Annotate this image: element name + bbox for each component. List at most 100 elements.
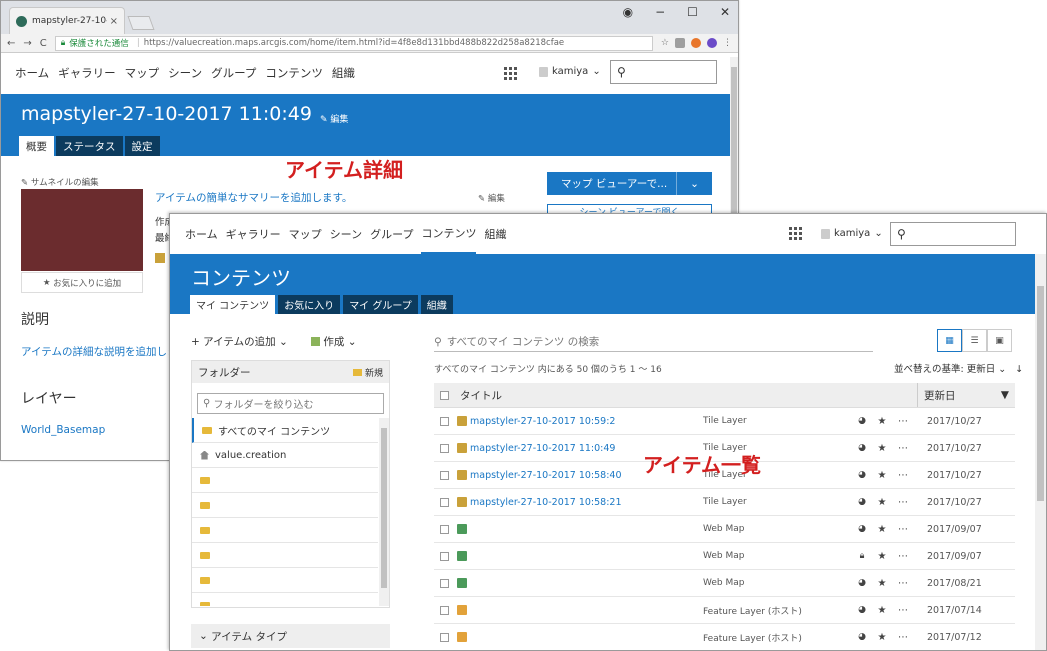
table-row[interactable]: Feature Layer (ホスト) ◕ ★ ⋯ 2017/07/14 (434, 597, 1015, 624)
folder-item[interactable] (192, 468, 378, 493)
grid-view-icon[interactable]: ▣ (987, 329, 1012, 352)
tab-close-icon[interactable]: × (110, 16, 118, 27)
user-menu[interactable]: kamiya ⌄ (821, 228, 883, 239)
nav-scene[interactable]: シーン (330, 214, 362, 254)
layer-link[interactable]: World_Basemap (21, 424, 105, 436)
tab-my-groups[interactable]: マイ グループ (343, 295, 418, 314)
nav-map[interactable]: マップ (289, 214, 322, 254)
summary-edit-link[interactable]: ✎ 編集 (478, 192, 505, 204)
nav-content[interactable]: コンテンツ (265, 65, 323, 81)
table-row[interactable]: mapstyler-27-10-2017 10:59:2 Tile Layer … (434, 408, 1015, 435)
more-options-icon[interactable]: ⋯ (893, 632, 913, 643)
reload-icon[interactable]: C (40, 38, 47, 49)
content-search-input[interactable]: ⚲ すべてのマイ コンテンツ の検索 (434, 332, 873, 352)
star-icon[interactable]: ★ (871, 443, 893, 454)
open-map-viewer-button[interactable]: マップ ビューアーで... ⌄ (547, 172, 712, 195)
add-description-link[interactable]: アイテムの詳細な説明を追加しま (21, 344, 177, 359)
tab-my-content[interactable]: マイ コンテンツ (190, 295, 276, 314)
new-tab-button[interactable] (127, 16, 155, 30)
more-options-icon[interactable]: ⋯ (893, 416, 913, 427)
star-icon[interactable]: ★ (871, 416, 893, 427)
nav-groups[interactable]: グループ (211, 65, 256, 81)
sort-direction-icon[interactable]: ↓ (1015, 364, 1023, 375)
sort-dropdown[interactable]: 並べ替えの基準: 更新日 ⌄ ↓ (894, 361, 1023, 375)
more-options-icon[interactable]: ⋯ (893, 551, 913, 562)
url-field[interactable]: 🔒︎ 保護された通信 | https://valuecreation.maps.… (54, 35, 653, 51)
tab-status[interactable]: ステータス (56, 136, 123, 156)
row-checkbox[interactable] (439, 416, 449, 426)
new-folder-button[interactable]: 新規 (352, 366, 383, 379)
item-title-link[interactable]: mapstyler-27-10-2017 10:58:21 (470, 497, 622, 508)
tab-settings[interactable]: 設定 (124, 136, 160, 156)
minimize-icon[interactable]: − (655, 5, 665, 19)
nav-home[interactable]: ホーム (15, 65, 49, 81)
add-summary-link[interactable]: アイテムの簡単なサマリーを追加します。 (155, 190, 352, 205)
folder-item[interactable] (192, 493, 378, 518)
folder-item[interactable] (192, 543, 378, 568)
table-row[interactable]: mapstyler-27-10-2017 10:58:21 Tile Layer… (434, 489, 1015, 516)
item-title-link[interactable]: mapstyler-27-10-2017 11:0:49 (470, 443, 615, 454)
item-type-filter-toggle[interactable]: ⌄ アイテム タイプ (191, 624, 390, 648)
search-input[interactable]: ⚲ (610, 60, 717, 84)
bookmark-star-icon[interactable]: ☆ (661, 38, 669, 48)
star-icon[interactable]: ★ (871, 497, 893, 508)
folder-item[interactable] (192, 568, 378, 593)
folder-item-home[interactable]: value.creation (192, 443, 378, 468)
extension-shield-icon[interactable] (707, 38, 717, 48)
select-all-checkbox[interactable] (439, 390, 449, 400)
star-icon[interactable]: ★ (871, 632, 893, 643)
table-view-icon[interactable]: ▦ (937, 329, 962, 352)
nav-groups[interactable]: グループ (370, 214, 413, 254)
table-row[interactable]: Web Map 🔒︎ ★ ⋯ 2017/09/07 (434, 543, 1015, 570)
close-window-icon[interactable]: ✕ (720, 5, 730, 19)
scrollbar[interactable] (1035, 254, 1046, 650)
table-row[interactable]: Web Map ◕ ★ ⋯ 2017/08/21 (434, 570, 1015, 597)
extension-s-icon[interactable] (675, 38, 685, 48)
table-row[interactable]: Feature Layer (ホスト) ◕ ★ ⋯ 2017/07/12 (434, 624, 1015, 650)
row-checkbox[interactable] (439, 578, 449, 588)
folder-item[interactable] (192, 593, 378, 606)
star-icon[interactable]: ★ (871, 551, 893, 562)
nav-organization[interactable]: 組織 (484, 214, 506, 254)
column-modified[interactable]: 更新日 ▼ (917, 383, 1015, 407)
list-view-icon[interactable]: ☰ (962, 329, 987, 352)
more-options-icon[interactable]: ⋯ (893, 605, 913, 616)
user-menu[interactable]: kamiya ⌄ (539, 66, 601, 77)
thumbnail-edit-link[interactable]: ✎ サムネイルの編集 (21, 176, 99, 188)
extension-cookie-icon[interactable] (691, 38, 701, 48)
tab-overview[interactable]: 概要 (19, 136, 54, 156)
nav-gallery[interactable]: ギャラリー (58, 65, 116, 81)
nav-organization[interactable]: 組織 (332, 65, 355, 81)
search-input[interactable]: ⚲ (890, 222, 1016, 246)
tab-favorites[interactable]: お気に入り (278, 295, 341, 314)
user-profile-icon[interactable]: ◉ (623, 5, 633, 19)
folder-filter-input[interactable]: ⚲ フォルダーを絞り込む (197, 393, 384, 414)
nav-gallery[interactable]: ギャラリー (226, 214, 281, 254)
menu-kebab-icon[interactable]: ⋮ (723, 38, 732, 48)
app-launcher-icon[interactable] (504, 67, 517, 80)
more-options-icon[interactable]: ⋯ (893, 443, 913, 454)
forward-arrow-icon[interactable]: → (23, 38, 31, 49)
nav-home[interactable]: ホーム (185, 214, 218, 254)
column-title[interactable]: タイトル (454, 388, 917, 403)
more-options-icon[interactable]: ⋯ (893, 497, 913, 508)
folder-item-all[interactable]: すべてのマイ コンテンツ (192, 418, 378, 443)
tab-organization[interactable]: 組織 (420, 295, 453, 314)
more-options-icon[interactable]: ⋯ (893, 524, 913, 535)
row-checkbox[interactable] (439, 524, 449, 534)
more-options-icon[interactable]: ⋯ (893, 578, 913, 589)
row-checkbox[interactable] (439, 470, 449, 480)
chevron-down-icon[interactable]: ⌄ (676, 172, 712, 195)
row-checkbox[interactable] (439, 551, 449, 561)
folder-scrollbar[interactable] (379, 418, 389, 606)
nav-map[interactable]: マップ (125, 65, 160, 81)
create-button[interactable]: 作成 ⌄ (311, 334, 357, 349)
star-icon[interactable]: ★ (871, 605, 893, 616)
nav-scene[interactable]: シーン (168, 65, 202, 81)
folder-item[interactable] (192, 518, 378, 543)
star-icon[interactable]: ★ (871, 524, 893, 535)
row-checkbox[interactable] (439, 632, 449, 642)
nav-content[interactable]: コンテンツ (421, 214, 477, 254)
item-title-link[interactable]: mapstyler-27-10-2017 10:59:2 (470, 416, 615, 427)
browser-tab[interactable]: mapstyler-27-10-2017 1 × (9, 7, 125, 34)
